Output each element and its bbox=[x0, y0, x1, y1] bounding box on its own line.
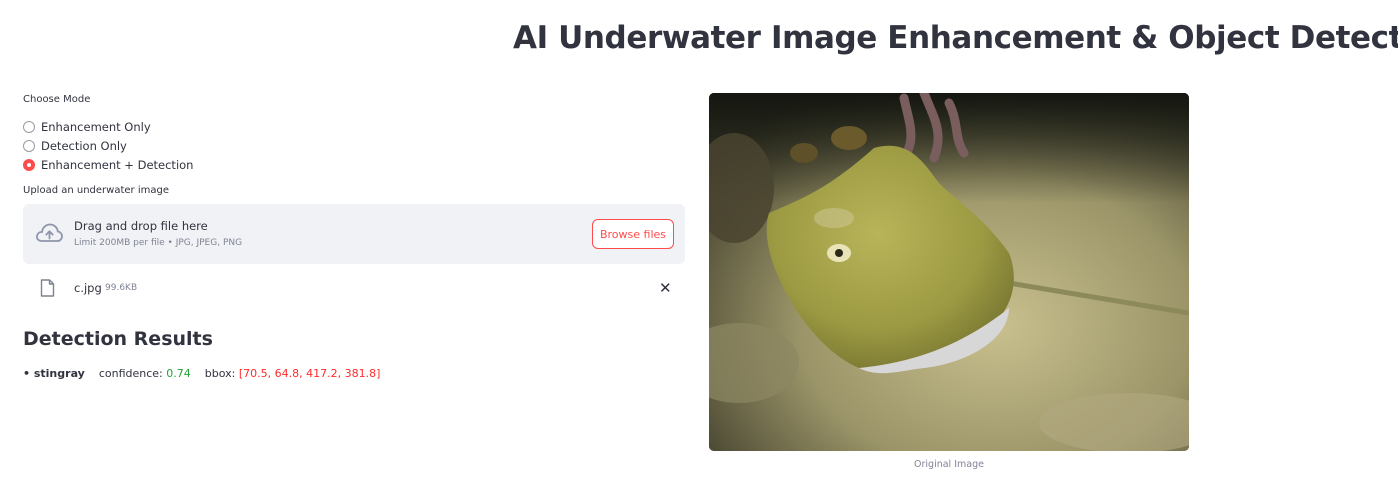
file-icon bbox=[40, 279, 55, 297]
image-caption: Original Image bbox=[914, 459, 984, 470]
dropzone-instruction: Drag and drop file here bbox=[74, 219, 208, 233]
confidence-label: confidence: bbox=[98, 367, 163, 380]
radio-label: Detection Only bbox=[41, 138, 127, 153]
detection-results-heading: Detection Results bbox=[23, 328, 213, 350]
browse-files-button[interactable]: Browse files bbox=[592, 219, 674, 249]
radio-label: Enhancement Only bbox=[41, 119, 151, 134]
radio-checked-icon[interactable] bbox=[23, 158, 35, 171]
file-dropzone[interactable]: Drag and drop file here Limit 200MB per … bbox=[23, 204, 685, 264]
radio-detection-only[interactable]: Detection Only bbox=[23, 136, 193, 155]
radio-unchecked-icon[interactable] bbox=[23, 139, 35, 152]
dropzone-text: Drag and drop file here Limit 200MB per … bbox=[74, 219, 242, 248]
upload-label: Upload an underwater image bbox=[23, 185, 169, 196]
bbox-label: bbox: bbox=[204, 367, 236, 380]
cloud-upload-icon bbox=[36, 223, 63, 242]
page-title: AI Underwater Image Enhancement & Object… bbox=[513, 20, 1398, 56]
uploaded-file-row: c.jpg 99.6KB ✕ bbox=[23, 278, 685, 298]
confidence-value: 0.74 bbox=[166, 367, 191, 380]
mode-radio-group: Enhancement Only Detection Only Enhancem… bbox=[23, 117, 193, 174]
radio-label: Enhancement + Detection bbox=[41, 157, 194, 172]
original-image bbox=[709, 93, 1189, 451]
radio-enhancement-detection[interactable]: Enhancement + Detection bbox=[23, 155, 193, 174]
bbox-value: [70.5, 64.8, 417.2, 381.8] bbox=[238, 367, 381, 380]
detected-object-label: • stingray bbox=[23, 367, 85, 380]
detection-result-item: • stingray confidence: 0.74 bbox: [70.5,… bbox=[23, 367, 380, 380]
file-size: 99.6KB bbox=[105, 283, 138, 293]
mode-label: Choose Mode bbox=[23, 94, 91, 105]
radio-unchecked-icon[interactable] bbox=[23, 120, 35, 133]
stingray-photo bbox=[709, 93, 1189, 451]
dropzone-limit: Limit 200MB per file • JPG, JPEG, PNG bbox=[74, 238, 243, 248]
radio-enhancement-only[interactable]: Enhancement Only bbox=[23, 117, 193, 136]
close-icon[interactable]: ✕ bbox=[659, 279, 672, 297]
file-name: c.jpg bbox=[74, 281, 102, 295]
